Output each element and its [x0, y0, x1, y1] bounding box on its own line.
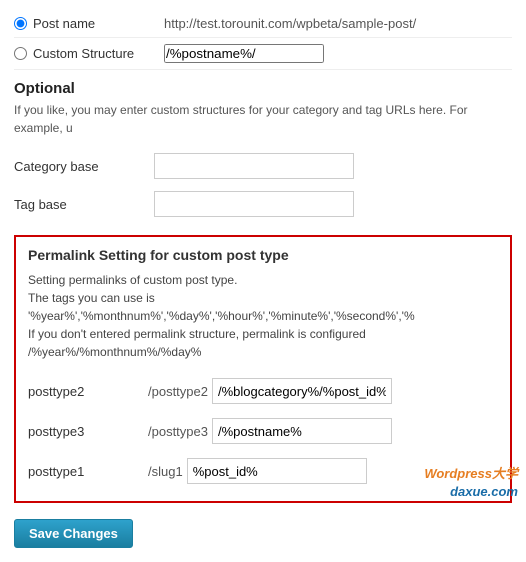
cpt-value-input[interactable] [212, 418, 392, 444]
cpt-value-input[interactable] [212, 378, 392, 404]
cpt-desc: Setting permalinks of custom post type. … [28, 271, 498, 361]
watermark-line1: Wordpress大学 [424, 465, 518, 483]
cpt-row: posttype3 /posttype3 [28, 411, 498, 451]
category-base-label: Category base [14, 159, 154, 174]
cpt-row-label: posttype1 [28, 464, 148, 479]
post-name-row: Post name http://test.torounit.com/wpbet… [14, 10, 512, 38]
category-base-row: Category base [14, 147, 512, 185]
category-base-input[interactable] [154, 153, 354, 179]
watermark: Wordpress大学 daxue.com [424, 465, 518, 501]
custom-structure-input[interactable] [164, 44, 324, 63]
cpt-input-group: /posttype3 [148, 418, 392, 444]
cpt-input-group: /posttype2 [148, 378, 392, 404]
cpt-row-label: posttype3 [28, 424, 148, 439]
cpt-prefix: /posttype2 [148, 384, 208, 399]
custom-structure-label[interactable]: Custom Structure [14, 46, 154, 61]
tag-base-label: Tag base [14, 197, 154, 212]
custom-structure-row: Custom Structure [14, 38, 512, 70]
cpt-section: Permalink Setting for custom post type S… [14, 235, 512, 503]
custom-structure-radio[interactable] [14, 47, 27, 60]
watermark-line2: daxue.com [424, 483, 518, 501]
optional-desc: If you like, you may enter custom struct… [14, 101, 512, 137]
cpt-title: Permalink Setting for custom post type [28, 247, 498, 263]
optional-heading: Optional [14, 80, 512, 97]
cpt-prefix: /posttype3 [148, 424, 208, 439]
cpt-row: posttype2 /posttype2 [28, 371, 498, 411]
post-name-radio[interactable] [14, 17, 27, 30]
cpt-row-label: posttype2 [28, 384, 148, 399]
cpt-prefix: /slug1 [148, 464, 183, 479]
post-name-url: http://test.torounit.com/wpbeta/sample-p… [164, 16, 416, 31]
tag-base-row: Tag base [14, 185, 512, 223]
cpt-value-input[interactable] [187, 458, 367, 484]
save-changes-button[interactable]: Save Changes [14, 519, 133, 548]
tag-base-input[interactable] [154, 191, 354, 217]
post-name-label[interactable]: Post name [14, 16, 154, 31]
cpt-input-group: /slug1 [148, 458, 367, 484]
